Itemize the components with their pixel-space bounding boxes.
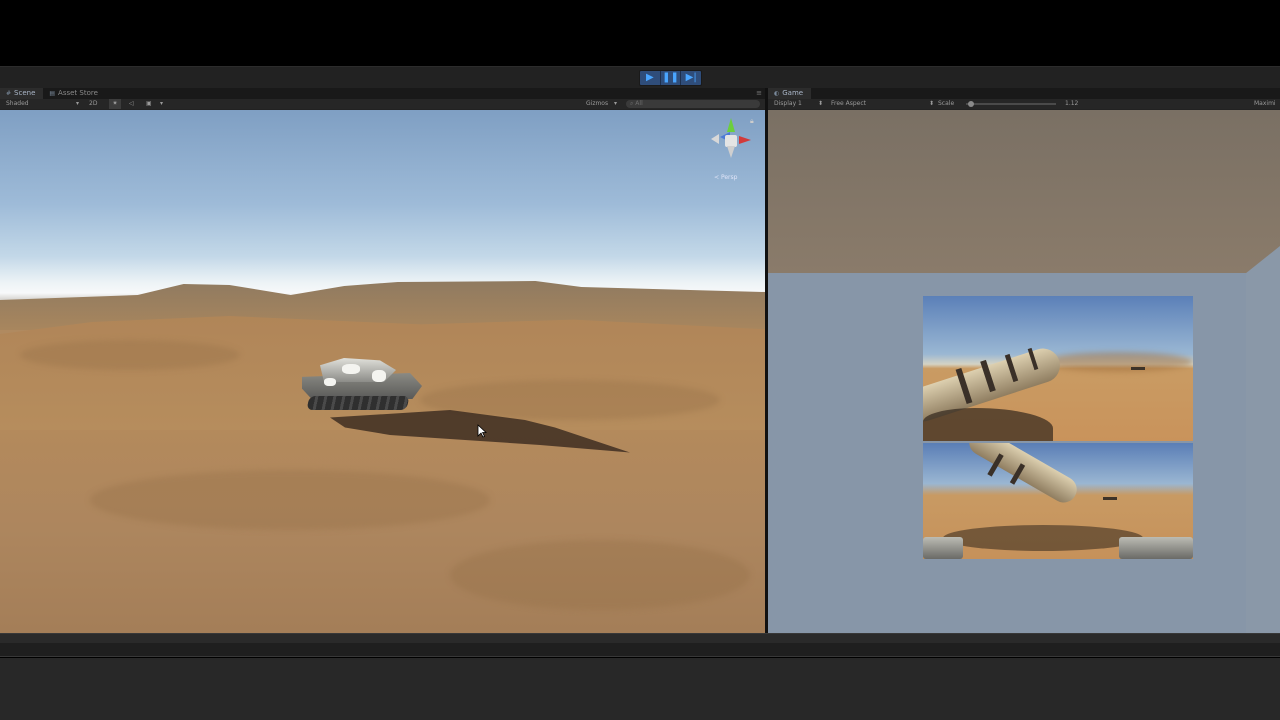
projection-label[interactable]: ≺ Persp xyxy=(714,174,737,181)
search-icon: ⌕ xyxy=(630,100,634,107)
scale-slider[interactable] xyxy=(966,103,1056,105)
search-placeholder: All xyxy=(635,100,643,107)
persp-icon: ≺ xyxy=(714,174,721,181)
game-panel: ◐ Game Display 1 ⬍ Free Aspect ⬍ Scale 1… xyxy=(768,88,1280,633)
tab-scene-label: Scene xyxy=(14,89,36,97)
panel-menu-icon[interactable]: ≡ xyxy=(756,88,762,99)
audio-toggle-icon[interactable]: ◁ xyxy=(129,99,134,109)
chevron-down-icon: ▾ xyxy=(76,100,80,107)
scene-subbar: Shaded ▾ 2D ✷ ◁ ▣ ▾ Gizmos ▾ ⌕ All xyxy=(0,99,765,109)
aspect-chevron-icon: ⬍ xyxy=(929,100,935,107)
camo-patch xyxy=(342,364,360,374)
bottom-panel-header xyxy=(0,643,1280,657)
camo-patch xyxy=(324,378,336,386)
effects-chevron-icon: ▾ xyxy=(160,100,164,107)
2d-toggle[interactable]: 2D xyxy=(89,99,97,109)
playback-controls: ▶ ❚❚ ▶| xyxy=(639,70,702,86)
step-icon: ▶| xyxy=(685,72,697,83)
distant-tank xyxy=(1103,497,1117,500)
camera-screen-bottom xyxy=(923,443,1193,559)
gizmo-center-icon xyxy=(725,135,737,147)
play-button[interactable]: ▶ xyxy=(640,71,661,85)
scale-slider-handle[interactable] xyxy=(968,101,974,107)
step-button[interactable]: ▶| xyxy=(681,71,701,85)
sand-ripple xyxy=(90,470,490,530)
x-axis-icon xyxy=(739,136,751,144)
ground-shadow xyxy=(943,525,1143,551)
barrel-shadow xyxy=(923,408,1053,441)
maximize-on-play-toggle[interactable]: Maximi xyxy=(1254,99,1276,109)
lock-icon[interactable]: 🔒︎ xyxy=(750,117,754,126)
tank-part-right xyxy=(1119,537,1193,559)
room-right-wall xyxy=(1246,246,1280,633)
aspect-dropdown[interactable]: Free Aspect xyxy=(831,99,866,109)
tank-part-left xyxy=(923,537,963,559)
scene-tabbar: # Scene ▤ Asset Store ≡ xyxy=(0,88,765,99)
tab-game-label: Game xyxy=(782,89,804,97)
distant-tank xyxy=(1131,367,1145,370)
scene-icon: # xyxy=(6,90,12,97)
pause-icon: ❚❚ xyxy=(662,72,679,83)
game-view[interactable] xyxy=(768,110,1280,633)
scene-panel: # Scene ▤ Asset Store ≡ Shaded ▾ 2D ✷ ◁ … xyxy=(0,88,765,633)
sand-ripple xyxy=(450,540,750,610)
y-axis-icon xyxy=(727,118,735,132)
dunes xyxy=(1043,352,1193,372)
tab-asset-store-label: Asset Store xyxy=(58,89,98,97)
game-subbar: Display 1 ⬍ Free Aspect ⬍ Scale 1.12 Max… xyxy=(768,99,1280,109)
tab-scene[interactable]: # Scene xyxy=(0,88,44,99)
effects-toggle-icon[interactable]: ▣ xyxy=(146,99,152,109)
display-dropdown[interactable]: Display 1 xyxy=(774,99,802,109)
game-icon: ◐ xyxy=(774,90,780,97)
game-tabbar: ◐ Game xyxy=(768,88,1280,99)
display-chevron-icon: ⬍ xyxy=(818,100,824,107)
gizmos-chevron-icon: ▾ xyxy=(614,100,618,107)
tank-track xyxy=(306,396,410,410)
tab-asset-store[interactable]: ▤ Asset Store xyxy=(43,88,106,99)
pause-button[interactable]: ❚❚ xyxy=(661,71,682,85)
shading-mode-dropdown[interactable]: Shaded xyxy=(6,99,29,109)
play-icon: ▶ xyxy=(645,72,654,83)
gun-barrel xyxy=(964,443,1082,508)
projection-text: Persp xyxy=(720,174,738,181)
tab-game[interactable]: ◐ Game xyxy=(768,88,812,99)
bottom-panel xyxy=(0,658,1280,720)
panel-separator[interactable] xyxy=(0,633,1280,643)
room-ceiling xyxy=(768,110,1280,273)
neg-y-axis-icon xyxy=(727,146,735,158)
tank-model[interactable] xyxy=(302,338,427,423)
camo-patch xyxy=(372,370,386,382)
scale-label: Scale xyxy=(938,100,955,107)
scene-search-input[interactable]: ⌕ All xyxy=(626,100,760,108)
scale-value: 1.12 xyxy=(1065,100,1079,107)
orientation-gizmo[interactable] xyxy=(708,116,754,176)
gizmos-dropdown[interactable]: Gizmos xyxy=(586,99,608,109)
store-icon: ▤ xyxy=(49,90,56,97)
top-black-area xyxy=(0,0,1280,66)
camera-screen-top xyxy=(923,296,1193,441)
sand-ripple xyxy=(20,340,240,370)
scene-viewport[interactable]: 🔒︎ ≺ Persp xyxy=(0,110,765,633)
neg-x-axis-icon xyxy=(711,134,719,144)
main-toolbar: ▶ ❚❚ ▶| xyxy=(0,66,1280,88)
lighting-toggle[interactable]: ✷ xyxy=(109,99,121,109)
